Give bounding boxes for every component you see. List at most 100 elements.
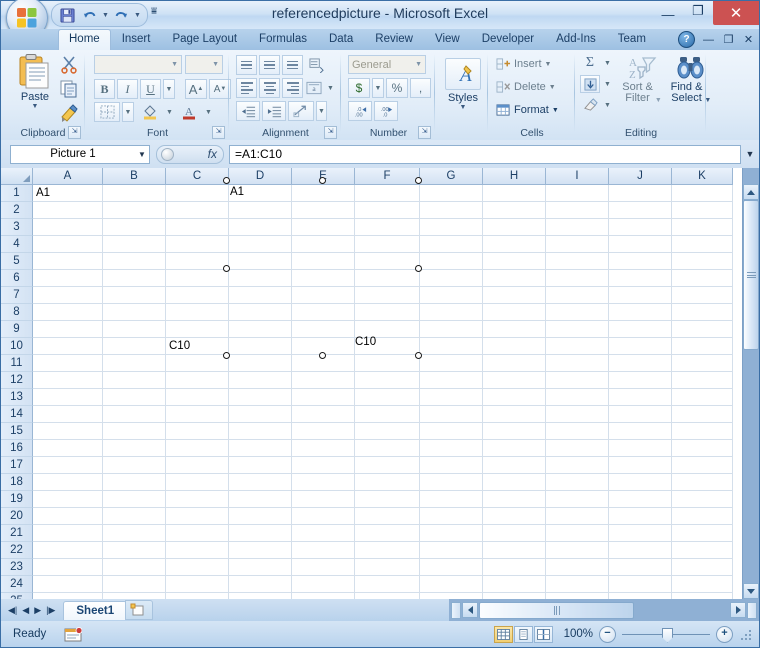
cell-C13[interactable] xyxy=(166,389,229,406)
cell-C1[interactable] xyxy=(166,185,229,202)
cell-B7[interactable] xyxy=(103,287,166,304)
cell-H20[interactable] xyxy=(483,508,546,525)
maximize-window-button[interactable]: ❐ xyxy=(683,1,713,21)
help-icon[interactable]: ? xyxy=(678,31,695,48)
prev-sheet-button[interactable]: ◀ xyxy=(22,605,29,616)
cell-K3[interactable] xyxy=(672,219,733,236)
tab-formulas[interactable]: Formulas xyxy=(248,29,318,50)
cell-I4[interactable] xyxy=(546,236,609,253)
cell-J22[interactable] xyxy=(609,542,672,559)
cell-I3[interactable] xyxy=(546,219,609,236)
cell-A16[interactable] xyxy=(33,440,103,457)
cell-D22[interactable] xyxy=(229,542,292,559)
cell-I16[interactable] xyxy=(546,440,609,457)
row-header-14[interactable]: 14 xyxy=(1,406,33,423)
cell-B13[interactable] xyxy=(103,389,166,406)
cell-G22[interactable] xyxy=(420,542,483,559)
cell-J8[interactable] xyxy=(609,304,672,321)
cell-K12[interactable] xyxy=(672,372,733,389)
cell-J12[interactable] xyxy=(609,372,672,389)
cell-H6[interactable] xyxy=(483,270,546,287)
cell-K16[interactable] xyxy=(672,440,733,457)
split-horizontal-box[interactable] xyxy=(451,602,461,619)
cell-I8[interactable] xyxy=(546,304,609,321)
orientation-button[interactable] xyxy=(305,55,327,75)
cell-C9[interactable] xyxy=(166,321,229,338)
resize-handle-bottom-right[interactable] xyxy=(415,352,422,359)
cell-I21[interactable] xyxy=(546,525,609,542)
cell-E21[interactable] xyxy=(292,525,355,542)
font-color-button[interactable]: A xyxy=(177,102,201,122)
cell-K9[interactable] xyxy=(672,321,733,338)
cell-C17[interactable] xyxy=(166,457,229,474)
picture-object[interactable]: A1 C10 xyxy=(227,181,419,356)
cell-F16[interactable] xyxy=(355,440,420,457)
underline-dropdown-icon[interactable]: ▼ xyxy=(163,79,175,99)
resize-handle-top-right[interactable] xyxy=(415,177,422,184)
cell-C16[interactable] xyxy=(166,440,229,457)
cell-A13[interactable] xyxy=(33,389,103,406)
cell-F21[interactable] xyxy=(355,525,420,542)
cell-I14[interactable] xyxy=(546,406,609,423)
cell-D17[interactable] xyxy=(229,457,292,474)
cell-A11[interactable] xyxy=(33,355,103,372)
accounting-format-button[interactable]: $ xyxy=(348,78,370,98)
row-header-1[interactable]: 1 xyxy=(1,185,33,202)
row-header-24[interactable]: 24 xyxy=(1,576,33,593)
cell-B10[interactable] xyxy=(103,338,166,355)
cell-B21[interactable] xyxy=(103,525,166,542)
cell-G16[interactable] xyxy=(420,440,483,457)
formula-input[interactable]: =A1:C10 xyxy=(229,145,741,164)
cell-I7[interactable] xyxy=(546,287,609,304)
cell-J24[interactable] xyxy=(609,576,672,593)
cell-A4[interactable] xyxy=(33,236,103,253)
resize-handle-bottom-center[interactable] xyxy=(319,352,326,359)
cell-E17[interactable] xyxy=(292,457,355,474)
cell-A14[interactable] xyxy=(33,406,103,423)
cell-D19[interactable] xyxy=(229,491,292,508)
cell-I12[interactable] xyxy=(546,372,609,389)
cell-K6[interactable] xyxy=(672,270,733,287)
cell-J20[interactable] xyxy=(609,508,672,525)
cell-C19[interactable] xyxy=(166,491,229,508)
cell-F11[interactable] xyxy=(355,355,420,372)
row-header-23[interactable]: 23 xyxy=(1,559,33,576)
cell-A9[interactable] xyxy=(33,321,103,338)
cell-H18[interactable] xyxy=(483,474,546,491)
cell-F17[interactable] xyxy=(355,457,420,474)
cell-K7[interactable] xyxy=(672,287,733,304)
copy-button[interactable] xyxy=(59,79,79,102)
cell-H15[interactable] xyxy=(483,423,546,440)
name-box-dropdown-icon[interactable]: ▼ xyxy=(135,150,149,159)
autosum-dropdown-icon[interactable]: ▼ xyxy=(602,54,613,72)
cell-I9[interactable] xyxy=(546,321,609,338)
cell-E13[interactable] xyxy=(292,389,355,406)
resize-handle-middle-left[interactable] xyxy=(223,265,230,272)
scroll-down-button[interactable] xyxy=(743,583,759,599)
zoom-slider-thumb[interactable] xyxy=(662,628,673,643)
cell-H22[interactable] xyxy=(483,542,546,559)
column-header-J[interactable]: J xyxy=(609,168,672,185)
resize-handle-top-left[interactable] xyxy=(223,177,230,184)
cell-C6[interactable] xyxy=(166,270,229,287)
horizontal-scrollbar[interactable] xyxy=(449,599,759,621)
vertical-scroll-thumb[interactable] xyxy=(743,200,759,350)
cell-K2[interactable] xyxy=(672,202,733,219)
cell-J16[interactable] xyxy=(609,440,672,457)
cell-H12[interactable] xyxy=(483,372,546,389)
tab-page-layout[interactable]: Page Layout xyxy=(161,29,248,50)
cell-A20[interactable] xyxy=(33,508,103,525)
cell-A12[interactable] xyxy=(33,372,103,389)
cell-C10[interactable]: C10 xyxy=(166,338,229,355)
scroll-right-button[interactable] xyxy=(730,602,746,618)
cell-F12[interactable] xyxy=(355,372,420,389)
cell-B14[interactable] xyxy=(103,406,166,423)
cell-E14[interactable] xyxy=(292,406,355,423)
cell-G4[interactable] xyxy=(420,236,483,253)
cell-A17[interactable] xyxy=(33,457,103,474)
fill-color-button[interactable] xyxy=(138,102,162,122)
cell-A10[interactable] xyxy=(33,338,103,355)
cell-A19[interactable] xyxy=(33,491,103,508)
restore-workbook-button[interactable]: ❐ xyxy=(722,33,735,46)
font-size-combo[interactable]: ▼ xyxy=(185,55,223,74)
